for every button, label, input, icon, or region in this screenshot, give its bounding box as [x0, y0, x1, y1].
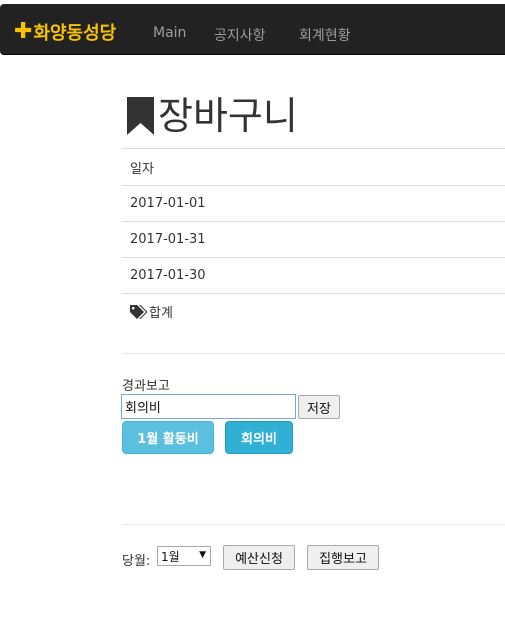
cart-table: 일자 2017-01-01 2017-01-31 2017-01-30 합계 [122, 148, 505, 329]
report-input[interactable] [121, 394, 296, 419]
budget-request-button[interactable]: 예산신청 [223, 545, 295, 570]
nav-link-accounting[interactable]: 회계현황 [299, 25, 351, 45]
table-row: 2017-01-31 [122, 221, 505, 257]
brand-text: 화양동성당 [33, 23, 117, 44]
tags-icon [130, 304, 148, 319]
brand-link[interactable]: ✚ 화양동성당 [14, 19, 117, 45]
save-button[interactable]: 저장 [298, 395, 340, 419]
section-divider [122, 353, 505, 354]
date-cell: 2017-01-30 [130, 268, 206, 283]
total-row: 합계 [122, 293, 505, 329]
execution-report-button[interactable]: 집행보고 [307, 545, 379, 570]
month-label: 당월: [122, 554, 151, 569]
month-selected-value: 1월 [161, 549, 180, 564]
report-label: 경과보고 [122, 379, 170, 394]
column-header-date: 일자 [130, 161, 154, 177]
month-select[interactable]: 1월 ▼ [157, 546, 211, 566]
nav-link-main[interactable]: Main [153, 25, 186, 41]
table-row: 2017-01-01 [122, 185, 505, 221]
total-label: 합계 [149, 306, 173, 321]
bookmark-icon [127, 97, 154, 135]
nav-link-notice[interactable]: 공지사항 [214, 25, 266, 45]
plus-icon: ✚ [14, 19, 33, 44]
tag-button-activity[interactable]: 1월 활동비 [122, 421, 214, 454]
date-cell: 2017-01-01 [130, 196, 206, 211]
chevron-down-icon: ▼ [199, 550, 206, 560]
date-cell: 2017-01-31 [130, 232, 206, 247]
page-title: 장바구니 [127, 92, 298, 140]
page-title-text: 장바구니 [158, 94, 298, 138]
navbar: ✚ 화양동성당 Main 공지사항 회계현황 [0, 4, 505, 55]
table-row: 2017-01-30 [122, 257, 505, 293]
table-header: 일자 [122, 148, 505, 185]
section-divider [122, 524, 505, 525]
tag-button-meeting[interactable]: 회의비 [225, 421, 293, 454]
